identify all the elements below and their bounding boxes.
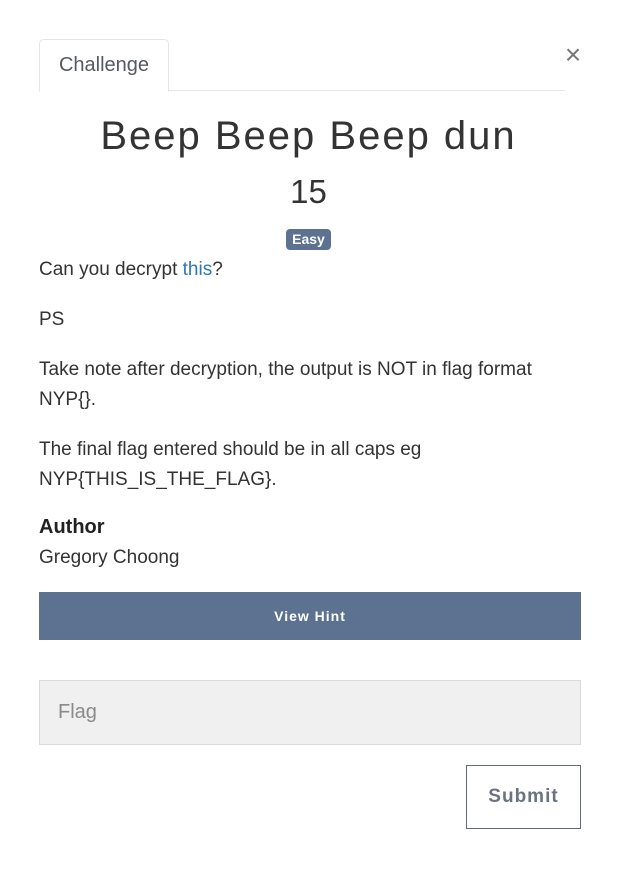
tab-challenge[interactable]: Challenge	[39, 39, 169, 92]
close-icon[interactable]: ×	[560, 40, 586, 70]
description-paragraph-2: PS	[39, 309, 65, 330]
tab-bar: Challenge	[39, 39, 565, 92]
challenge-title: Beep Beep Beep dun	[100, 114, 517, 158]
view-hint-button[interactable]: View Hint	[39, 592, 581, 640]
download-link[interactable]: this	[183, 259, 213, 280]
tab-challenge-label: Challenge	[58, 54, 150, 76]
author-heading: Author	[39, 516, 105, 538]
challenge-points: 15	[290, 173, 327, 210]
author-name: Gregory Choong	[39, 547, 180, 568]
description-paragraph-4: The final flag entered should be in all …	[39, 439, 422, 490]
description-paragraph-3: Take note after decryption, the output i…	[39, 359, 532, 410]
description-text: Can you decrypt	[39, 259, 183, 280]
challenge-description: Can you decrypt this? PS Take note after…	[39, 255, 579, 515]
description-text: ?	[212, 259, 223, 280]
description-paragraph-1: Can you decrypt this?	[39, 255, 579, 285]
difficulty-badge-container: Easy	[0, 229, 617, 250]
difficulty-badge: Easy	[286, 229, 331, 250]
submit-button[interactable]: Submit	[466, 765, 581, 829]
challenge-modal: Challenge × Beep Beep Beep dun 15 Easy C…	[0, 0, 617, 887]
flag-input[interactable]	[39, 680, 581, 745]
